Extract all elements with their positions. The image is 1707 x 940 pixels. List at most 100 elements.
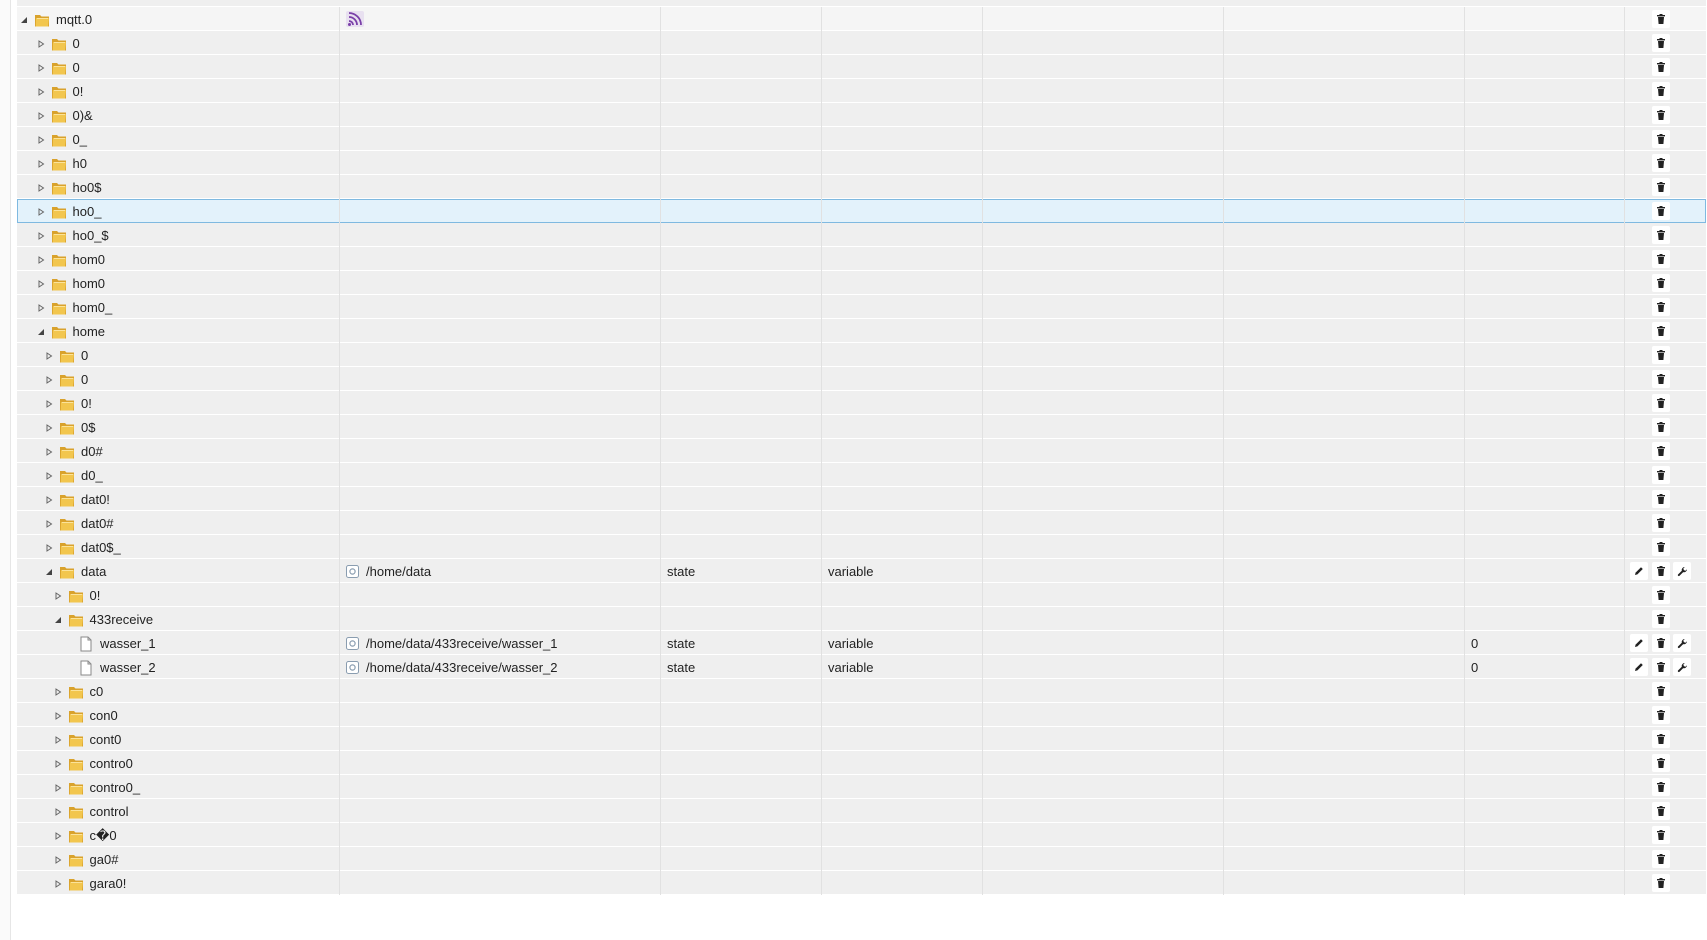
- expand-toggle-icon[interactable]: [37, 280, 45, 288]
- edit-button[interactable]: [1630, 634, 1648, 652]
- expand-toggle-icon[interactable]: [37, 40, 45, 48]
- delete-button[interactable]: [1652, 346, 1670, 364]
- table-row[interactable]: hom0: [17, 247, 1706, 271]
- edit-button[interactable]: [1630, 658, 1648, 676]
- delete-button[interactable]: [1652, 730, 1670, 748]
- expand-toggle-icon[interactable]: [54, 808, 62, 816]
- delete-button[interactable]: [1652, 682, 1670, 700]
- expand-toggle-icon[interactable]: [54, 832, 62, 840]
- delete-button[interactable]: [1652, 874, 1670, 892]
- expand-toggle-icon[interactable]: [37, 208, 45, 216]
- table-row[interactable]: ho0_$: [17, 223, 1706, 247]
- delete-button[interactable]: [1652, 514, 1670, 532]
- table-row[interactable]: c0: [17, 679, 1706, 703]
- delete-button[interactable]: [1652, 754, 1670, 772]
- table-row[interactable]: contro0: [17, 751, 1706, 775]
- table-row[interactable]: control: [17, 799, 1706, 823]
- delete-button[interactable]: [1652, 850, 1670, 868]
- expand-toggle-icon[interactable]: [45, 496, 53, 504]
- table-row[interactable]: 0$: [17, 415, 1706, 439]
- delete-button[interactable]: [1652, 322, 1670, 340]
- table-row[interactable]: contro0_: [17, 775, 1706, 799]
- table-row[interactable]: c�0: [17, 823, 1706, 847]
- expand-toggle-icon[interactable]: [45, 424, 53, 432]
- table-row[interactable]: d0#: [17, 439, 1706, 463]
- delete-button[interactable]: [1652, 706, 1670, 724]
- expand-toggle-icon[interactable]: [54, 736, 62, 744]
- table-row[interactable]: gara0!: [17, 871, 1706, 895]
- table-row[interactable]: wasser_1/home/data/433receive/wasser_1 st…: [17, 631, 1706, 655]
- expand-toggle-icon[interactable]: [54, 760, 62, 768]
- expand-toggle-icon[interactable]: [45, 472, 53, 480]
- delete-button[interactable]: [1652, 466, 1670, 484]
- delete-button[interactable]: [1652, 82, 1670, 100]
- table-row[interactable]: home: [17, 319, 1706, 343]
- table-row[interactable]: hom0_: [17, 295, 1706, 319]
- table-row[interactable]: dat0#: [17, 511, 1706, 535]
- expand-toggle-icon[interactable]: [37, 256, 45, 264]
- delete-button[interactable]: [1652, 802, 1670, 820]
- table-row[interactable]: ho0_: [17, 199, 1706, 223]
- table-row[interactable]: 0: [17, 367, 1706, 391]
- table-row[interactable]: 0)&: [17, 103, 1706, 127]
- expand-toggle-icon[interactable]: [37, 136, 45, 144]
- collapse-toggle-icon[interactable]: [45, 568, 53, 576]
- table-row[interactable]: 0!: [17, 79, 1706, 103]
- table-row[interactable]: hom0: [17, 271, 1706, 295]
- table-row[interactable]: h0: [17, 151, 1706, 175]
- table-row[interactable]: dat0$_: [17, 535, 1706, 559]
- delete-button[interactable]: [1652, 586, 1670, 604]
- table-row[interactable]: 0: [17, 343, 1706, 367]
- expand-toggle-icon[interactable]: [54, 784, 62, 792]
- delete-button[interactable]: [1652, 250, 1670, 268]
- table-row[interactable]: ho0$: [17, 175, 1706, 199]
- config-button[interactable]: [1673, 658, 1691, 676]
- expand-toggle-icon[interactable]: [37, 232, 45, 240]
- expand-toggle-icon[interactable]: [45, 352, 53, 360]
- delete-button[interactable]: [1652, 226, 1670, 244]
- table-row[interactable]: ga0#: [17, 847, 1706, 871]
- delete-button[interactable]: [1652, 10, 1670, 28]
- delete-button[interactable]: [1652, 490, 1670, 508]
- delete-button[interactable]: [1652, 610, 1670, 628]
- table-row[interactable]: 0: [17, 31, 1706, 55]
- expand-toggle-icon[interactable]: [37, 112, 45, 120]
- table-row[interactable]: 0: [17, 55, 1706, 79]
- collapse-toggle-icon[interactable]: [37, 328, 45, 336]
- expand-toggle-icon[interactable]: [45, 520, 53, 528]
- config-button[interactable]: [1673, 562, 1691, 580]
- table-row[interactable]: 0_: [17, 127, 1706, 151]
- delete-button[interactable]: [1652, 202, 1670, 220]
- expand-toggle-icon[interactable]: [37, 160, 45, 168]
- delete-button[interactable]: [1652, 538, 1670, 556]
- delete-button[interactable]: [1652, 106, 1670, 124]
- expand-toggle-icon[interactable]: [54, 688, 62, 696]
- delete-button[interactable]: [1652, 562, 1670, 580]
- collapse-toggle-icon[interactable]: [20, 16, 28, 24]
- table-row[interactable]: cont0: [17, 727, 1706, 751]
- delete-button[interactable]: [1652, 178, 1670, 196]
- expand-toggle-icon[interactable]: [45, 400, 53, 408]
- table-row[interactable]: 433receive: [17, 607, 1706, 631]
- table-row[interactable]: dat0!: [17, 487, 1706, 511]
- config-button[interactable]: [1673, 634, 1691, 652]
- delete-button[interactable]: [1652, 394, 1670, 412]
- table-row[interactable]: wasser_2/home/data/433receive/wasser_2 st…: [17, 655, 1706, 679]
- expand-toggle-icon[interactable]: [54, 856, 62, 864]
- table-row[interactable]: 0!: [17, 391, 1706, 415]
- edit-button[interactable]: [1630, 562, 1648, 580]
- expand-toggle-icon[interactable]: [54, 712, 62, 720]
- expand-toggle-icon[interactable]: [37, 88, 45, 96]
- delete-button[interactable]: [1652, 418, 1670, 436]
- delete-button[interactable]: [1652, 298, 1670, 316]
- expand-toggle-icon[interactable]: [45, 448, 53, 456]
- delete-button[interactable]: [1652, 154, 1670, 172]
- expand-toggle-icon[interactable]: [45, 376, 53, 384]
- delete-button[interactable]: [1652, 274, 1670, 292]
- table-row[interactable]: d0_: [17, 463, 1706, 487]
- expand-toggle-icon[interactable]: [37, 304, 45, 312]
- delete-button[interactable]: [1652, 634, 1670, 652]
- expand-toggle-icon[interactable]: [54, 592, 62, 600]
- delete-button[interactable]: [1652, 658, 1670, 676]
- expand-toggle-icon[interactable]: [37, 64, 45, 72]
